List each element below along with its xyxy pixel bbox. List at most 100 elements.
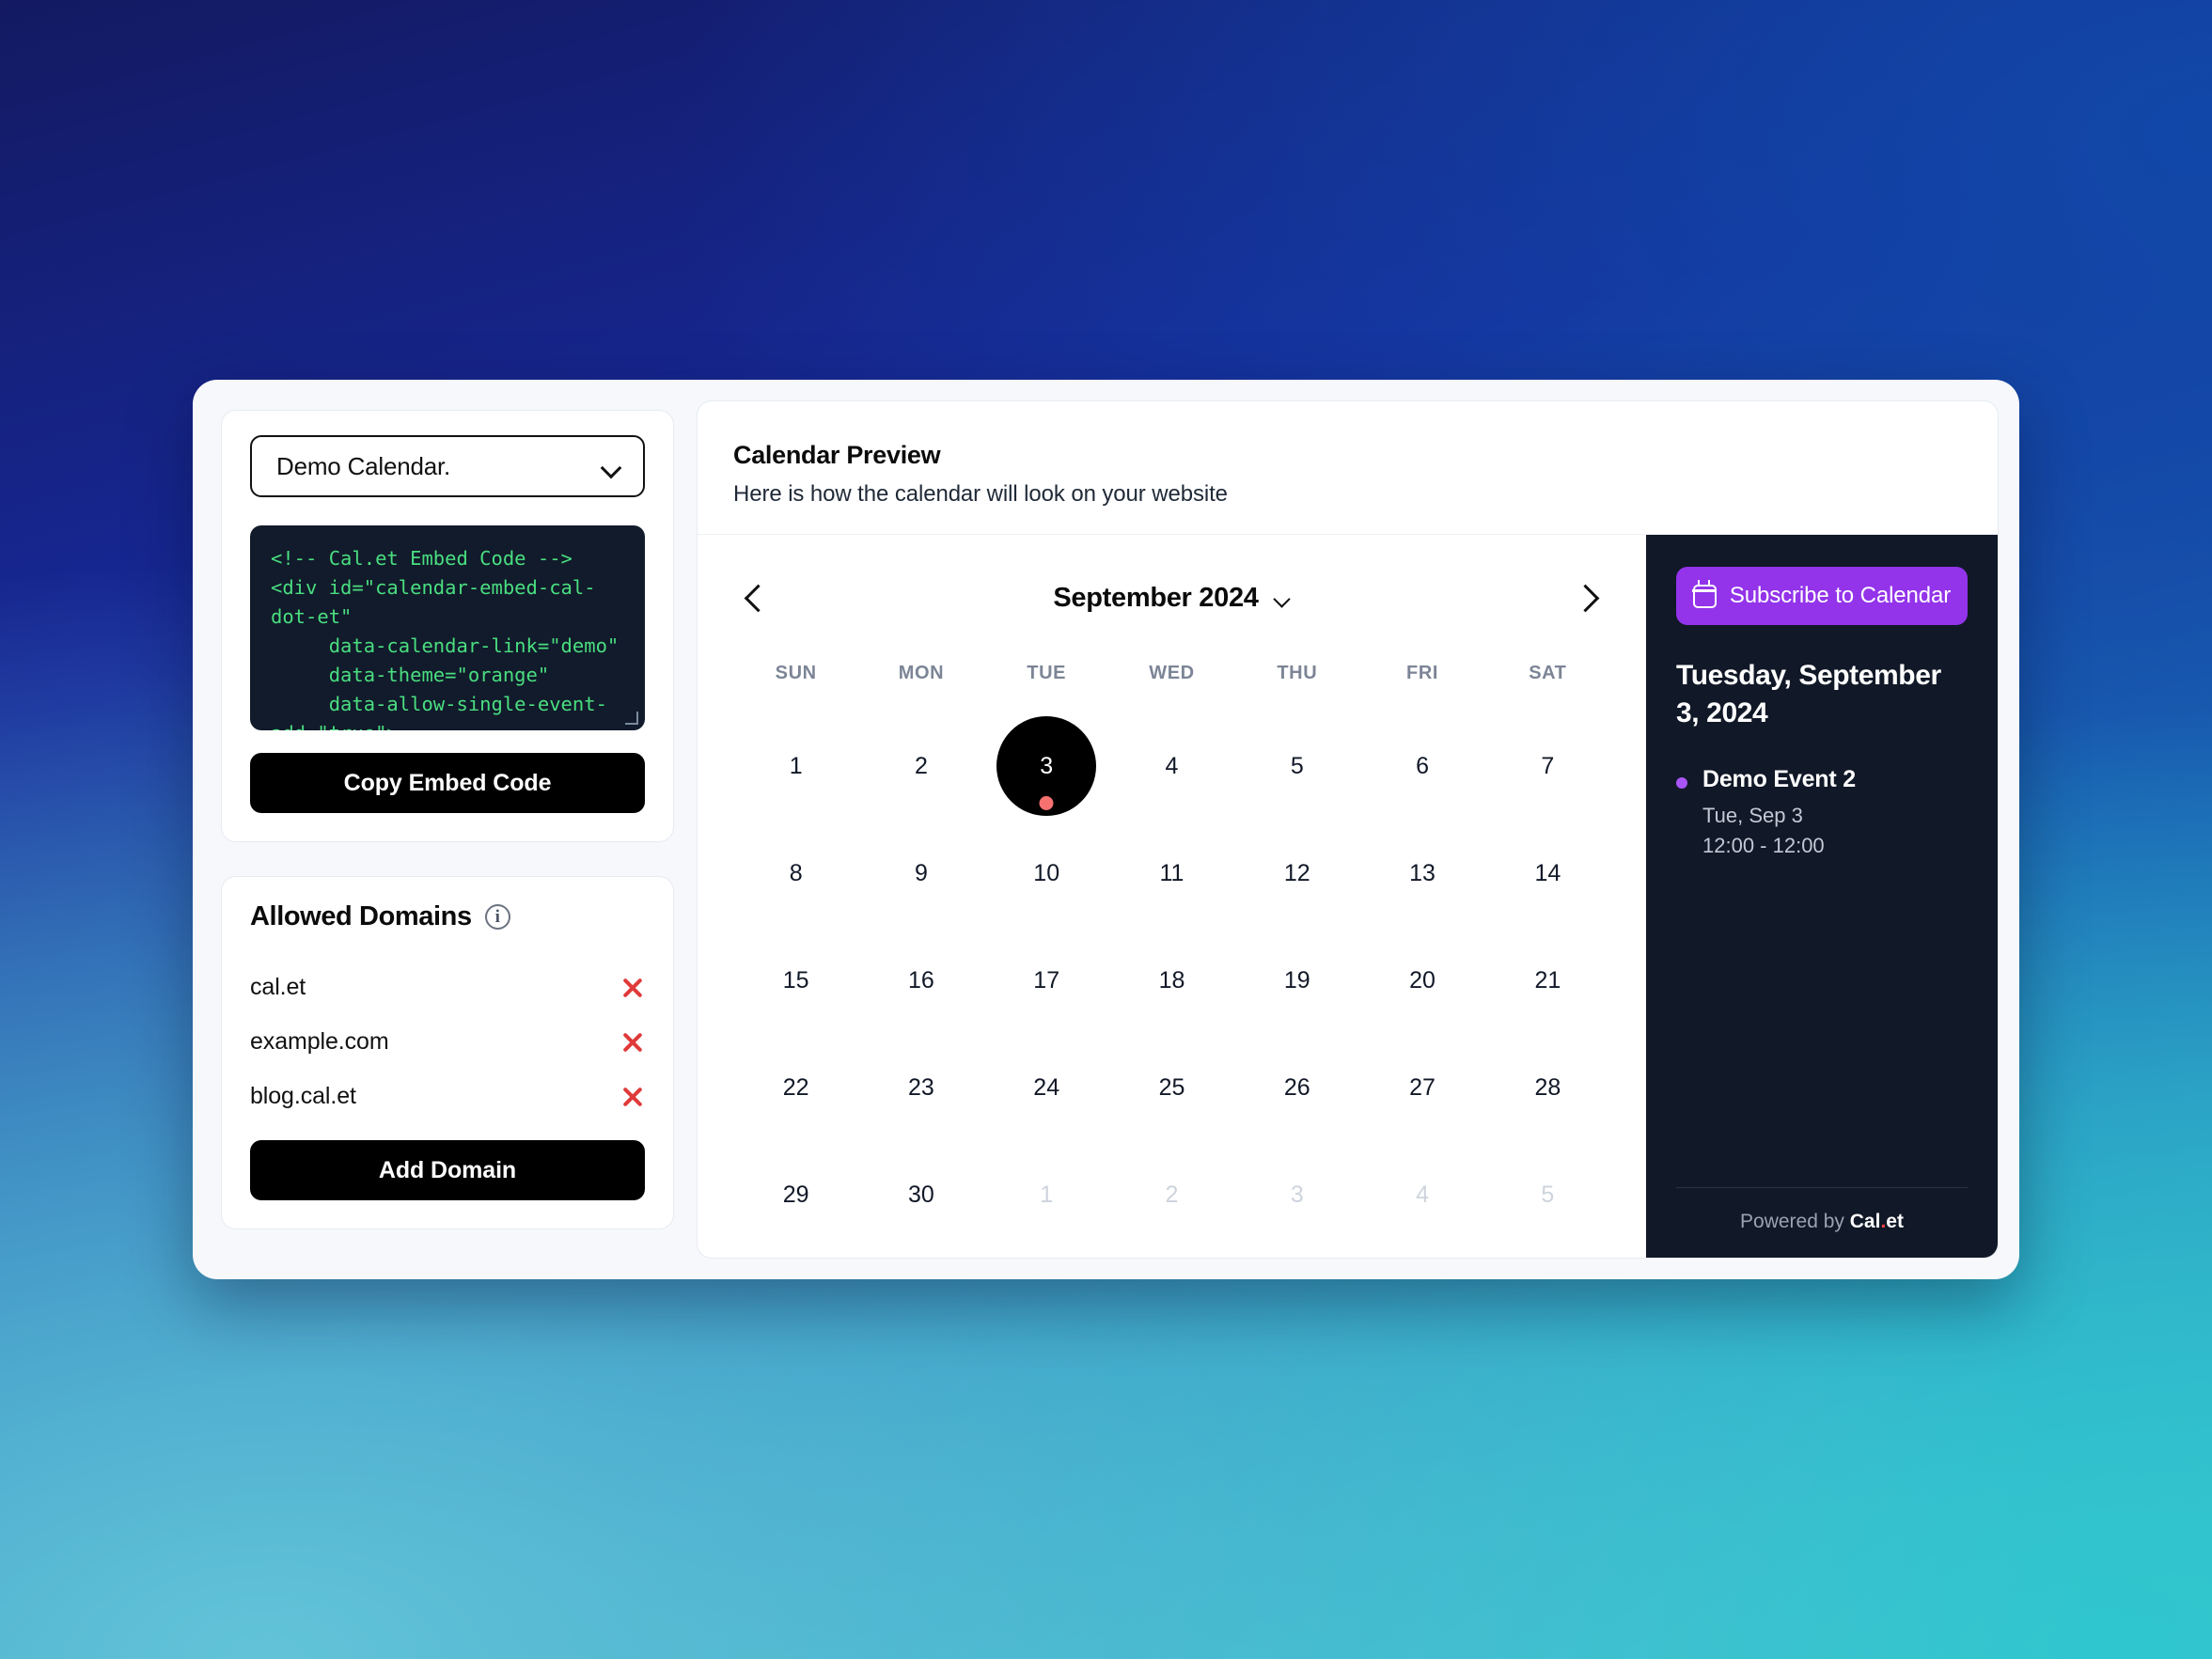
calendar-day-number: 5 [1541, 1181, 1555, 1208]
calendar-day-cell[interactable]: 9 [858, 816, 983, 923]
calendar-day-cell[interactable]: 2 [1109, 1137, 1234, 1244]
calendar-day-cell[interactable]: 23 [858, 1030, 983, 1137]
embed-panel: Demo Calendar. <!-- Cal.et Embed Code --… [221, 410, 674, 842]
calendar-day-number: 18 [1158, 966, 1185, 994]
calendar-day-cell[interactable]: 20 [1359, 923, 1484, 1030]
calendar-day-cell[interactable]: 19 [1234, 923, 1359, 1030]
add-domain-button[interactable]: Add Domain [250, 1140, 645, 1200]
calendar-day-number: 22 [782, 1073, 809, 1101]
list-item: example.com [250, 1021, 645, 1063]
day-of-week-label: MON [898, 663, 945, 683]
day-of-week-label: SUN [775, 663, 817, 683]
event-list: Demo Event 2 Tue, Sep 3 12:00 - 12:00 [1676, 766, 1968, 861]
calendar-day-cell[interactable]: 28 [1485, 1030, 1610, 1137]
domain-name: cal.et [250, 974, 306, 1000]
calendar-day-cell[interactable]: 1 [733, 709, 858, 816]
calendar-day-cell[interactable]: 27 [1359, 1030, 1484, 1137]
calendar-day-cell[interactable]: 8 [733, 816, 858, 923]
event-dot-icon [1676, 776, 1687, 789]
brand-logo: Cal.et [1850, 1211, 1904, 1232]
chevron-down-icon [1274, 593, 1291, 603]
calendar-day-number: 26 [1283, 1073, 1310, 1101]
calendar-day-cell[interactable]: 18 [1109, 923, 1234, 1030]
calendar-day-cell[interactable]: 21 [1485, 923, 1610, 1030]
calendar-day-cell[interactable]: 4 [1359, 1137, 1484, 1244]
calendar-day-cell[interactable]: 1 [984, 1137, 1109, 1244]
copy-embed-code-button[interactable]: Copy Embed Code [250, 753, 645, 813]
domain-list: cal.et example.com blog.cal.et [250, 966, 645, 1118]
day-of-week-label: THU [1277, 663, 1318, 683]
chevron-left-icon[interactable] [743, 576, 771, 619]
subscribe-to-calendar-button[interactable]: Subscribe to Calendar [1676, 567, 1968, 625]
calendar-day-cell[interactable]: 29 [733, 1137, 858, 1244]
calendar-day-number: 4 [1416, 1181, 1430, 1208]
x-icon[interactable] [620, 1085, 645, 1109]
calendar-days-grid: 1 2 3 4 5 6 7 8 9 10 11 12 13 14 15 16 17 18 19 20 21 22 23 24 2… [733, 709, 1610, 1244]
calendar-day-cell[interactable]: 26 [1234, 1030, 1359, 1137]
calendar-day-number: 4 [1165, 752, 1179, 779]
page-subtitle: Here is how the calendar will look on yo… [733, 481, 1228, 507]
calendar-select-value: Demo Calendar. [276, 451, 451, 480]
embed-code-text: <!-- Cal.et Embed Code --> <div id="cale… [271, 547, 620, 730]
calendar-day-cell[interactable]: 6 [1359, 709, 1484, 816]
calendar-day-number: 10 [1033, 859, 1060, 886]
calendar-day-number: 15 [782, 966, 809, 994]
calendar-day-number: 20 [1409, 966, 1435, 994]
list-item[interactable]: Demo Event 2 Tue, Sep 3 12:00 - 12:00 [1676, 766, 1968, 861]
calendar-day-cell[interactable]: 7 [1485, 709, 1610, 816]
chevron-right-icon[interactable] [1573, 576, 1601, 619]
calendar-day-cell[interactable]: 2 [858, 709, 983, 816]
calendar-day-cell[interactable]: 10 [984, 816, 1109, 923]
calendar-nav: September 2024 [733, 576, 1610, 619]
calendar-day-number: 6 [1416, 752, 1430, 779]
list-item: cal.et [250, 966, 645, 1009]
calendar-day-cell[interactable]: 12 [1234, 816, 1359, 923]
calendar-icon [1692, 579, 1717, 608]
calendar-day-cell[interactable]: 5 [1234, 709, 1359, 816]
preview-panel: Calendar Preview Here is how the calenda… [697, 400, 1999, 1259]
calendar-day-cell[interactable]: 22 [733, 1030, 858, 1137]
calendar-day-cell[interactable]: 4 [1109, 709, 1234, 816]
event-side-panel: Subscribe to Calendar Tuesday, September… [1646, 535, 1998, 1258]
allowed-domains-header: Allowed Domains i [250, 901, 645, 932]
calendar-day-cell[interactable]: 3 [1234, 1137, 1359, 1244]
powered-by-footer: Powered by Cal.et [1676, 1187, 1968, 1233]
x-icon[interactable] [620, 1030, 645, 1055]
embed-code-textarea[interactable]: <!-- Cal.et Embed Code --> <div id="cale… [250, 525, 645, 730]
calendar-select[interactable]: Demo Calendar. [250, 435, 645, 497]
calendar-day-cell[interactable]: 11 [1109, 816, 1234, 923]
calendar-day-cell[interactable]: 3 [984, 709, 1109, 816]
powered-by-prefix: Powered by [1740, 1211, 1850, 1232]
month-selector[interactable]: September 2024 [1053, 583, 1290, 614]
calendar-day-number: 1 [1040, 1181, 1054, 1208]
calendar-day-number: 13 [1409, 859, 1435, 886]
event-indicator-dot-icon [1039, 796, 1054, 810]
preview-header: Calendar Preview Here is how the calenda… [698, 401, 1998, 535]
calendar-day-cell[interactable]: 17 [984, 923, 1109, 1030]
selected-date-heading: Tuesday, September 3, 2024 [1676, 660, 1941, 728]
calendar-day-cell[interactable]: 13 [1359, 816, 1484, 923]
sidebar: Demo Calendar. <!-- Cal.et Embed Code --… [213, 400, 682, 1259]
calendar-day-cell[interactable]: 30 [858, 1137, 983, 1244]
calendar-day-number: 9 [914, 859, 928, 886]
calendar-day-cell[interactable]: 15 [733, 923, 858, 1030]
calendar-day-cell[interactable]: 5 [1485, 1137, 1610, 1244]
calendar-day-number: 14 [1534, 859, 1561, 886]
domain-name: example.com [250, 1028, 389, 1055]
info-icon[interactable]: i [484, 904, 510, 930]
page-title: Calendar Preview [733, 441, 941, 469]
app-window: Demo Calendar. <!-- Cal.et Embed Code --… [193, 380, 2019, 1279]
day-of-week-label: FRI [1406, 663, 1439, 683]
calendar-day-cell[interactable]: 14 [1485, 816, 1610, 923]
calendar-day-cell[interactable]: 25 [1109, 1030, 1234, 1137]
x-icon[interactable] [620, 976, 645, 1000]
calendar-day-number: 2 [1165, 1181, 1179, 1208]
calendar-day-number: 7 [1541, 752, 1555, 779]
calendar-day-cell[interactable]: 24 [984, 1030, 1109, 1137]
calendar-day-number: 27 [1409, 1073, 1435, 1101]
day-of-week-header: SUN MON TUE WED THU FRI SAT [733, 663, 1610, 684]
calendar-day-cell[interactable]: 16 [858, 923, 983, 1030]
day-of-week-label: WED [1149, 663, 1195, 683]
resize-handle-icon[interactable] [625, 712, 640, 727]
